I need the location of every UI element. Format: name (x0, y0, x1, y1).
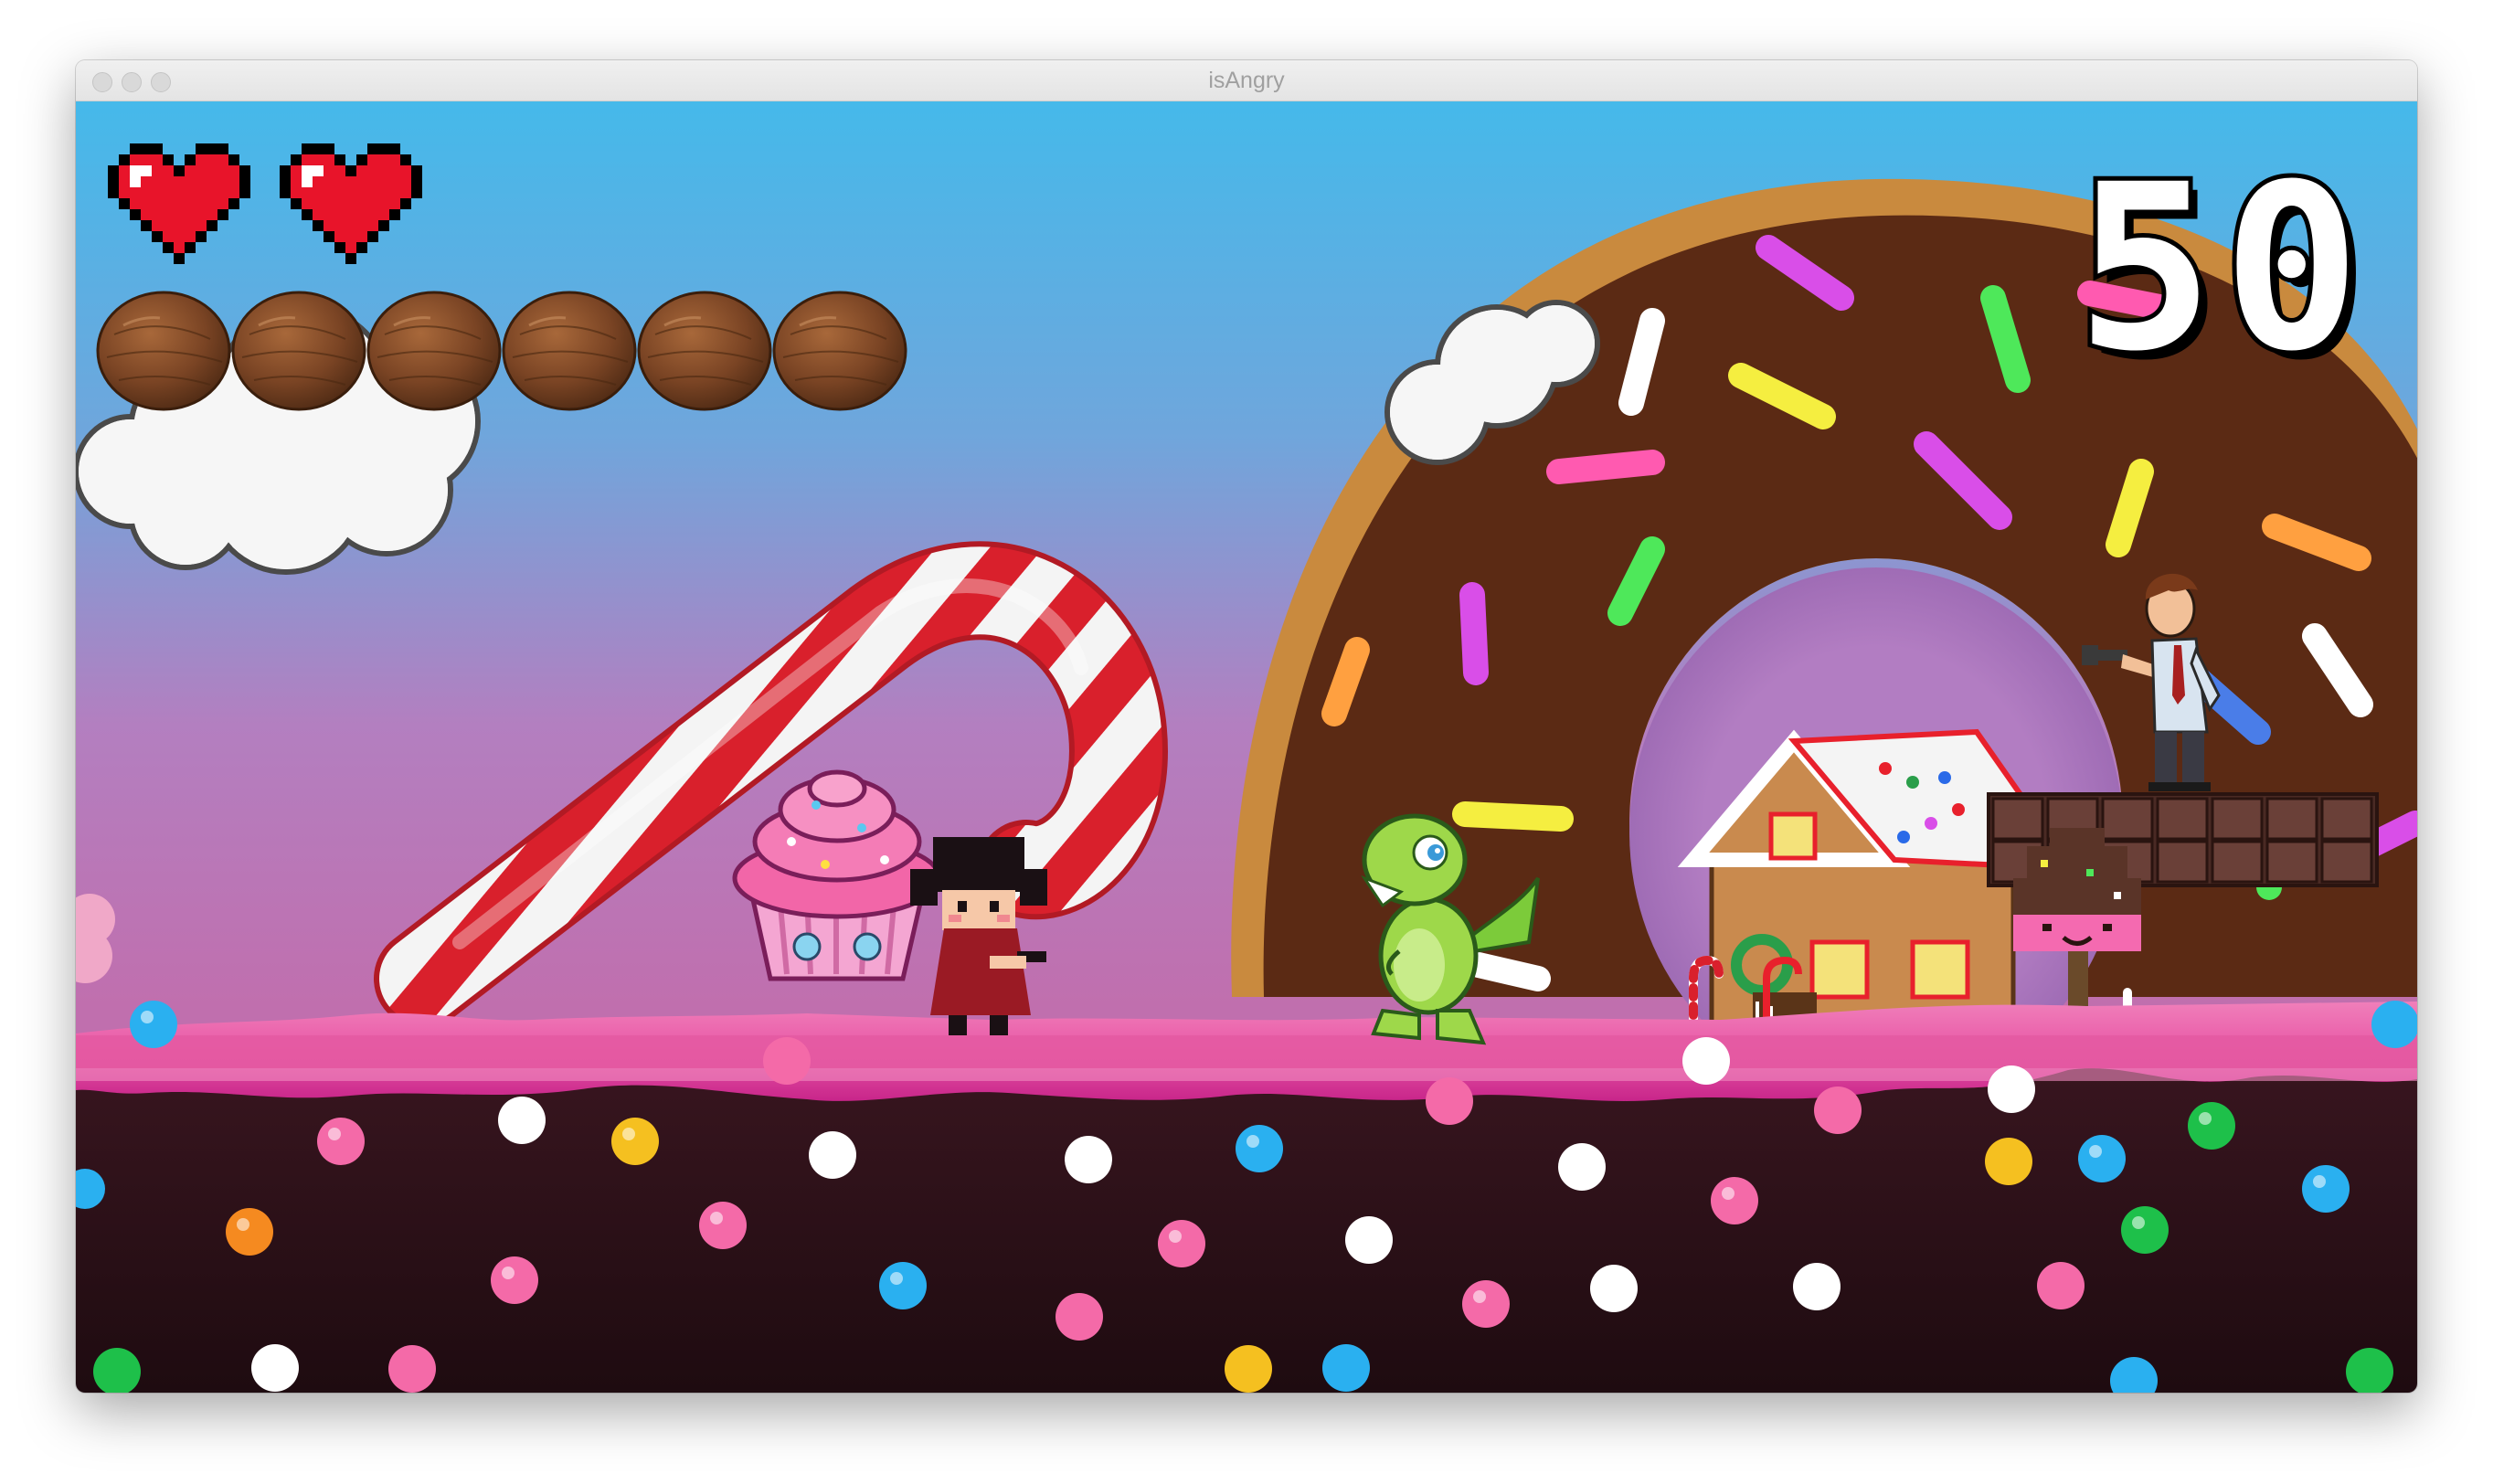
score-counter: 50 (2072, 135, 2370, 401)
coconut-ammo-display (96, 289, 907, 413)
desktop: isAngry 50 (0, 0, 2493, 1484)
window-title: isAngry (1208, 68, 1285, 93)
pixel-heart-icon (108, 143, 250, 269)
coconut-icon (637, 291, 772, 411)
chocolate-ground (76, 1043, 2417, 1393)
coconut-icon (502, 291, 637, 411)
coconut-icon (96, 291, 231, 411)
game-viewport[interactable]: 50 (76, 101, 2417, 1393)
coconut-icon (772, 291, 907, 411)
lives-display (108, 143, 422, 269)
coconut-icon (366, 291, 502, 411)
title-bar[interactable]: isAngry (76, 60, 2417, 101)
game-window: isAngry 50 (76, 60, 2417, 1393)
coconut-icon (231, 291, 366, 411)
frosting-walkway[interactable] (76, 1035, 2417, 1068)
pixel-heart-icon (280, 143, 422, 269)
